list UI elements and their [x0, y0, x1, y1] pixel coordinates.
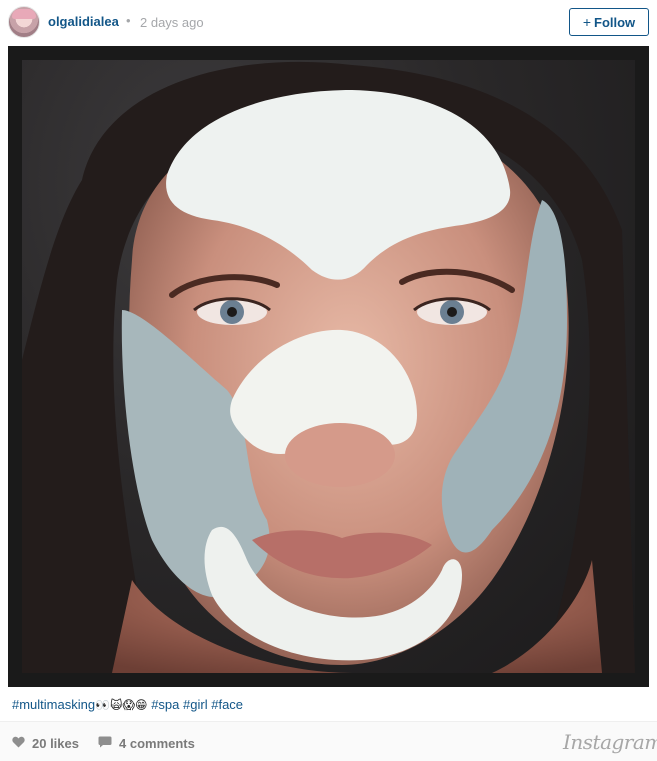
post-caption: #multimasking👀🙀😱😁 #spa #girl #face — [12, 697, 243, 712]
hashtag-multimasking[interactable]: #multimasking — [12, 697, 95, 712]
plus-icon: + — [582, 14, 591, 30]
post-photo[interactable] — [22, 60, 635, 673]
post-footer: 20 likes 4 comments Instagram — [0, 721, 657, 761]
post-header: olgalidialea • 2 days ago + Follow — [0, 0, 657, 46]
hashtag-face[interactable]: #face — [211, 697, 243, 712]
separator-dot: • — [126, 13, 131, 28]
photo-illustration — [22, 61, 635, 673]
username-link[interactable]: olgalidialea — [48, 14, 119, 29]
post-timestamp[interactable]: 2 days ago — [140, 15, 204, 30]
user-avatar[interactable] — [8, 6, 40, 38]
caption-emoji: 👀🙀😱😁 — [95, 698, 148, 712]
instagram-logo[interactable]: Instagram — [563, 730, 657, 754]
avatar-hat-shape — [12, 9, 36, 19]
instagram-embed-card: olgalidialea • 2 days ago + Follow #mult… — [0, 0, 657, 761]
hashtag-girl[interactable]: #girl — [183, 697, 208, 712]
hashtag-spa[interactable]: #spa — [151, 697, 179, 712]
likes-count[interactable]: 20 likes — [12, 736, 79, 751]
follow-button[interactable]: + Follow — [569, 8, 649, 36]
comment-bubble-icon — [98, 736, 112, 751]
photo-frame — [8, 46, 649, 687]
follow-label: Follow — [594, 14, 636, 30]
comments-label: 4 comments — [119, 736, 195, 751]
likes-label: 20 likes — [32, 736, 79, 751]
heart-icon — [12, 736, 25, 751]
comments-count[interactable]: 4 comments — [98, 736, 195, 751]
nose-tip — [285, 423, 395, 487]
